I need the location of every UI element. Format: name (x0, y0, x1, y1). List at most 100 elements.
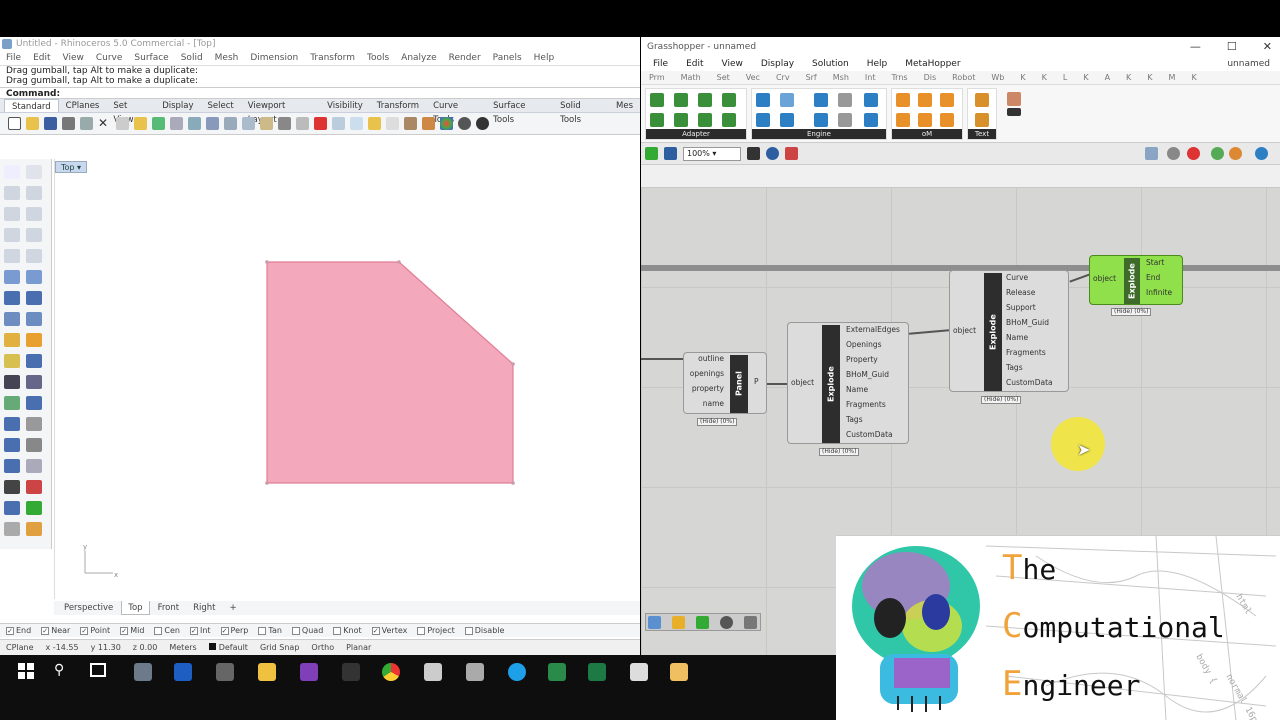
minimize-button[interactable]: — (1190, 37, 1201, 57)
explode-component-2[interactable]: Explode object Curve Release Support BHo… (949, 270, 1069, 392)
osnap-near[interactable]: ✓ Near (41, 626, 70, 635)
properties-icon[interactable] (4, 501, 20, 515)
check-icon[interactable] (26, 501, 42, 515)
color-wheel-icon[interactable] (440, 117, 453, 130)
output-port-label[interactable]: CustomData (846, 430, 893, 439)
widget-icon[interactable] (648, 616, 661, 629)
cat-tab[interactable]: Msh (833, 71, 849, 84)
command-prompt[interactable]: Command: (0, 87, 640, 99)
rhino-menu-edit[interactable]: Edit (33, 51, 50, 65)
circle-icon[interactable] (4, 207, 20, 221)
rhino-menu-mesh[interactable]: Mesh (215, 51, 239, 65)
question-icon[interactable] (814, 113, 828, 127)
surface-icon[interactable] (4, 270, 20, 284)
tab-right[interactable]: Right (187, 601, 221, 615)
array-icon[interactable] (26, 354, 42, 368)
preview-icon[interactable] (1145, 147, 1158, 160)
status-units[interactable]: Meters (169, 643, 196, 652)
render-preview-icon[interactable] (1255, 147, 1268, 160)
options-icon[interactable] (4, 522, 20, 536)
output-port-label[interactable]: Support (1006, 303, 1036, 312)
osnap-disable[interactable]: Disable (464, 626, 504, 635)
maximize-button[interactable]: ☐ (1227, 37, 1237, 57)
osnap-cen[interactable]: Cen (154, 626, 180, 635)
status-layer[interactable]: Default (208, 643, 248, 652)
group-label[interactable]: Adapter (646, 129, 746, 139)
box-icon[interactable] (4, 291, 20, 305)
file-explorer-icon[interactable] (258, 663, 276, 681)
rotate-view-icon[interactable] (188, 117, 201, 130)
select-icon[interactable] (332, 117, 345, 130)
move-icon[interactable] (314, 117, 327, 130)
paste-icon[interactable] (134, 117, 147, 130)
tab-surface-tools[interactable]: Surface Tools (486, 99, 553, 125)
input-port-label[interactable]: openings (690, 369, 724, 378)
close-button[interactable]: ✕ (1263, 37, 1272, 57)
tab-top[interactable]: Top (121, 601, 150, 615)
output-port-label[interactable]: End (1146, 273, 1160, 282)
engine-icon[interactable] (756, 113, 770, 127)
boolean-icon[interactable] (4, 375, 20, 389)
explode-component-1[interactable]: Explode object ExternalEdges Openings Pr… (787, 322, 909, 444)
output-port-label[interactable]: BHoM_Guid (846, 370, 889, 379)
osnap-int[interactable]: ✓ Int (189, 626, 211, 635)
explode-component-3[interactable]: Explode object Start End Infinite (1089, 255, 1183, 305)
arc-icon[interactable] (4, 228, 20, 242)
render-tool-icon[interactable] (4, 459, 20, 473)
text-icon[interactable] (975, 93, 989, 107)
render-icon[interactable] (422, 117, 435, 130)
cat-tab[interactable]: Wb (991, 71, 1004, 84)
top-viewport[interactable]: Top ▾ x y (54, 159, 640, 599)
light-tool-icon[interactable] (4, 333, 20, 347)
new-icon[interactable] (8, 117, 21, 130)
add-viewport-tab[interactable]: + (223, 601, 242, 615)
open-icon[interactable] (26, 117, 39, 130)
polygon-icon[interactable] (4, 249, 20, 263)
input-port-label[interactable]: name (703, 399, 724, 408)
sphere-icon[interactable] (458, 117, 471, 130)
osnap-quad[interactable]: Quad (291, 626, 323, 635)
app-taskbar-icon[interactable] (216, 663, 234, 681)
zoom-icon[interactable] (206, 117, 219, 130)
tab-set-view[interactable]: Set View (106, 99, 155, 125)
sphere-solid-icon[interactable] (26, 291, 42, 305)
cat-tab[interactable]: L (1063, 71, 1067, 84)
app-taskbar-icon[interactable] (630, 663, 648, 681)
adapter-icon[interactable] (722, 93, 736, 107)
widget-icon[interactable] (744, 616, 757, 629)
planar-panel-shape[interactable] (266, 261, 514, 484)
rhino-menu-render[interactable]: Render (449, 51, 481, 65)
output-port-label[interactable]: ExternalEdges (846, 325, 900, 334)
osnap-tan[interactable]: Tan (258, 626, 282, 635)
group-label[interactable]: Engine (752, 129, 886, 139)
osnap-mid[interactable]: ✓ Mid (120, 626, 144, 635)
analyze-icon[interactable] (26, 480, 42, 494)
lock-icon[interactable] (350, 117, 363, 130)
windows-start-icon[interactable] (18, 663, 34, 679)
gh-menu-metahopper[interactable]: MetaHopper (905, 57, 960, 71)
split-icon[interactable] (26, 396, 42, 410)
output-port-label[interactable]: Start (1146, 258, 1164, 267)
tab-mesh-tools[interactable]: Mes (609, 99, 640, 112)
output-port-label[interactable]: Tags (1006, 363, 1023, 372)
input-port-label[interactable]: property (692, 384, 724, 393)
eye-icon[interactable] (766, 147, 779, 160)
sketch-icon[interactable] (785, 147, 798, 160)
engine-icon[interactable] (838, 113, 852, 127)
zoom-select[interactable]: 100% ▾ (683, 146, 741, 161)
canvas-widget-bar[interactable] (645, 613, 761, 631)
cat-tab[interactable]: Vec (746, 71, 760, 84)
cat-tab[interactable]: Srf (806, 71, 817, 84)
cat-tab[interactable]: Robot (952, 71, 975, 84)
cat-tab[interactable]: Set (717, 71, 730, 84)
tab-solid-tools[interactable]: Solid Tools (553, 99, 609, 125)
output-port-label[interactable]: Property (846, 355, 878, 364)
engine-icon[interactable] (864, 93, 878, 107)
task-view-icon[interactable] (90, 663, 106, 677)
widget-icon[interactable] (696, 616, 709, 629)
om-icon[interactable] (940, 93, 954, 107)
rhino-menu-view[interactable]: View (63, 51, 84, 65)
outlook-taskbar-icon[interactable] (174, 663, 192, 681)
tab-select[interactable]: Select (201, 99, 241, 112)
polyline-icon[interactable] (4, 186, 20, 200)
